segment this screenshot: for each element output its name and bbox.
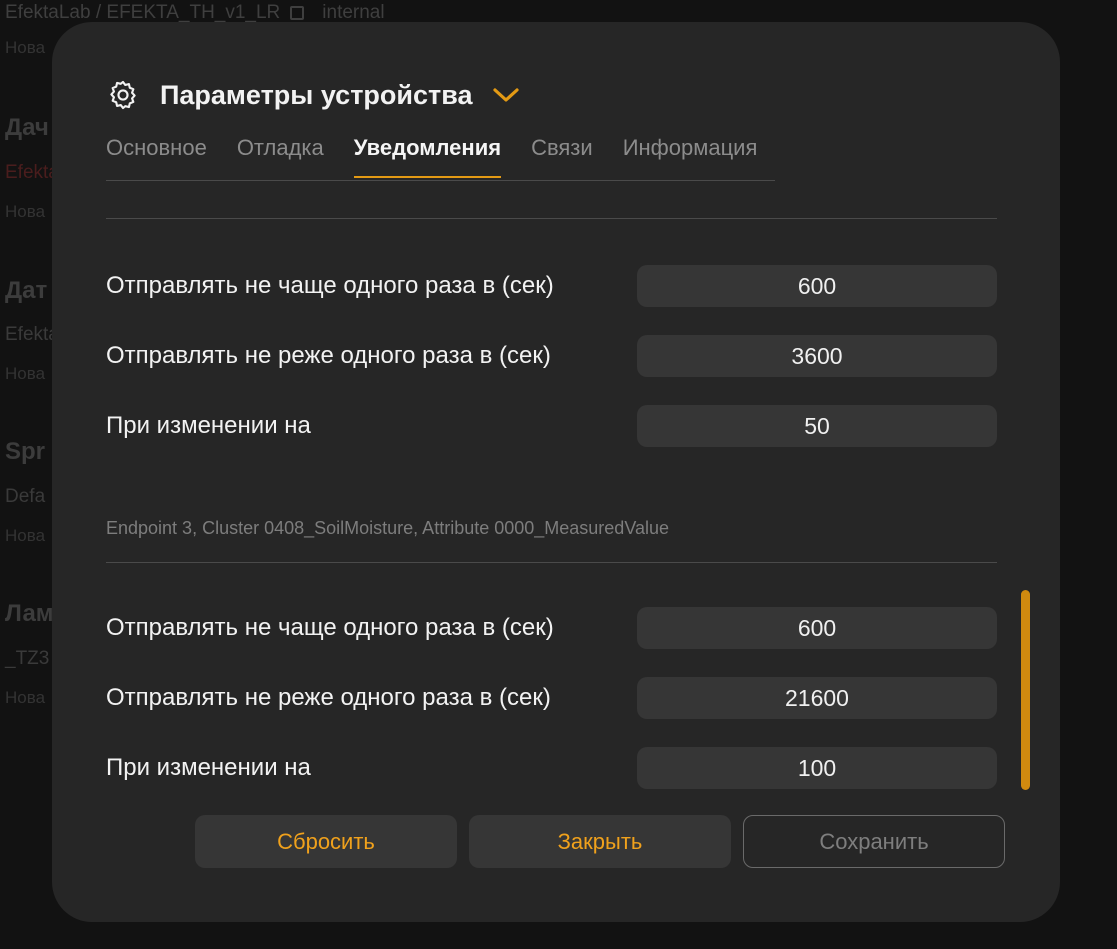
breadcrumb-tag: internal — [322, 2, 385, 23]
notifications-content: Отправлять не чаще одного раза в (сек) О… — [106, 218, 997, 803]
background-item-title: Дач — [5, 114, 49, 141]
setting-row: Отправлять не реже одного раза в (сек) — [106, 321, 997, 391]
breadcrumb: EfektaLab / EFEKTA_TH_v1_LR internal — [5, 2, 385, 24]
background-item-sub: Нова — [5, 688, 46, 707]
reportable-change-label: При изменении на — [106, 412, 311, 439]
reportable-change-input[interactable] — [637, 405, 997, 447]
background-item-sub: Нова — [5, 526, 46, 545]
min-interval-input[interactable] — [637, 265, 997, 307]
breadcrumb-path: EfektaLab / EFEKTA_TH_v1_LR — [5, 2, 281, 23]
background-item-model: Defa — [5, 486, 46, 507]
background-item-model: Efekta — [5, 324, 59, 345]
gear-icon — [110, 80, 136, 110]
modal-title: Параметры устройства — [160, 79, 473, 110]
tab-bindings[interactable]: Связи — [531, 132, 593, 178]
background-item-model: _TZ3 — [5, 648, 50, 669]
max-interval-label: Отправлять не реже одного раза в (сек) — [106, 684, 551, 711]
tab-debug[interactable]: Отладка — [237, 132, 324, 178]
max-interval-input[interactable] — [637, 677, 997, 719]
setting-row: Отправлять не реже одного раза в (сек) — [106, 663, 997, 733]
modal-footer: Сбросить Закрыть Сохранить — [195, 815, 1005, 868]
setting-row: Отправлять не чаще одного раза в (сек) — [106, 593, 997, 663]
device-settings-modal: Параметры устройства Основное Отладка Ув… — [52, 22, 1060, 922]
background-item-model: Efekta — [5, 162, 59, 183]
tab-general[interactable]: Основное — [106, 132, 207, 178]
max-interval-input[interactable] — [637, 335, 997, 377]
background-item-sub: Нова — [5, 202, 46, 221]
setting-row: При изменении на — [106, 733, 997, 803]
modal-header: Параметры устройства — [106, 78, 521, 112]
max-interval-label: Отправлять не реже одного раза в (сек) — [106, 342, 551, 369]
background-item-title: Spr — [5, 438, 46, 465]
min-interval-label: Отправлять не чаще одного раза в (сек) — [106, 272, 554, 299]
setting-row: Отправлять не чаще одного раза в (сек) — [106, 251, 997, 321]
min-interval-label: Отправлять не чаще одного раза в (сек) — [106, 614, 554, 641]
reportable-change-label: При изменении на — [106, 754, 311, 781]
tab-information[interactable]: Информация — [623, 132, 758, 178]
close-button[interactable]: Закрыть — [469, 815, 731, 868]
endpoint-caption: Endpoint 3, Cluster 0408_SoilMoisture, A… — [106, 518, 670, 538]
reportable-change-input[interactable] — [637, 747, 997, 789]
min-interval-input[interactable] — [637, 607, 997, 649]
scrollbar-thumb[interactable] — [1021, 590, 1030, 790]
save-button[interactable]: Сохранить — [743, 815, 1005, 868]
background-subtitle: Нова — [5, 38, 46, 57]
background-item-title: Лам — [5, 600, 54, 627]
background-item-title: Дат — [5, 277, 48, 304]
tab-bar: Основное Отладка Уведомления Связи Инфор… — [106, 132, 775, 181]
background-item-sub: Нова — [5, 364, 46, 383]
setting-row: При изменении на — [106, 391, 997, 461]
chevron-down-icon[interactable] — [491, 85, 521, 105]
tab-notifications[interactable]: Уведомления — [353, 132, 502, 178]
external-link-icon[interactable] — [290, 6, 305, 20]
reset-button[interactable]: Сбросить — [195, 815, 457, 868]
